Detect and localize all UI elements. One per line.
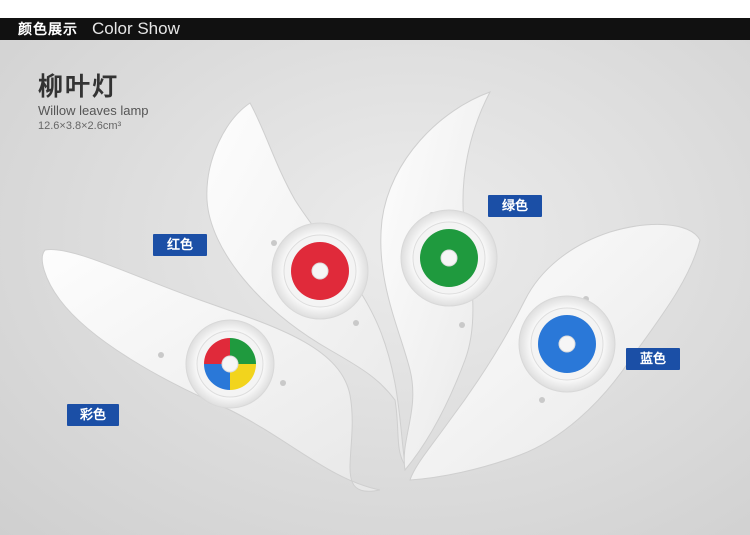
- product-name-en: Willow leaves lamp: [38, 103, 149, 118]
- label-blue: 蓝色: [626, 348, 680, 370]
- label-red: 红色: [153, 234, 207, 256]
- product-name-cn: 柳叶灯: [38, 73, 120, 101]
- label-green: 绿色: [488, 195, 542, 217]
- label-multicolor: 彩色: [67, 404, 119, 426]
- led-blue: [538, 315, 596, 373]
- led-green: [420, 229, 478, 287]
- product-size: 12.6×3.8×2.6cm³: [38, 120, 122, 132]
- led-multicolor: [204, 338, 256, 390]
- led-red: [291, 242, 349, 300]
